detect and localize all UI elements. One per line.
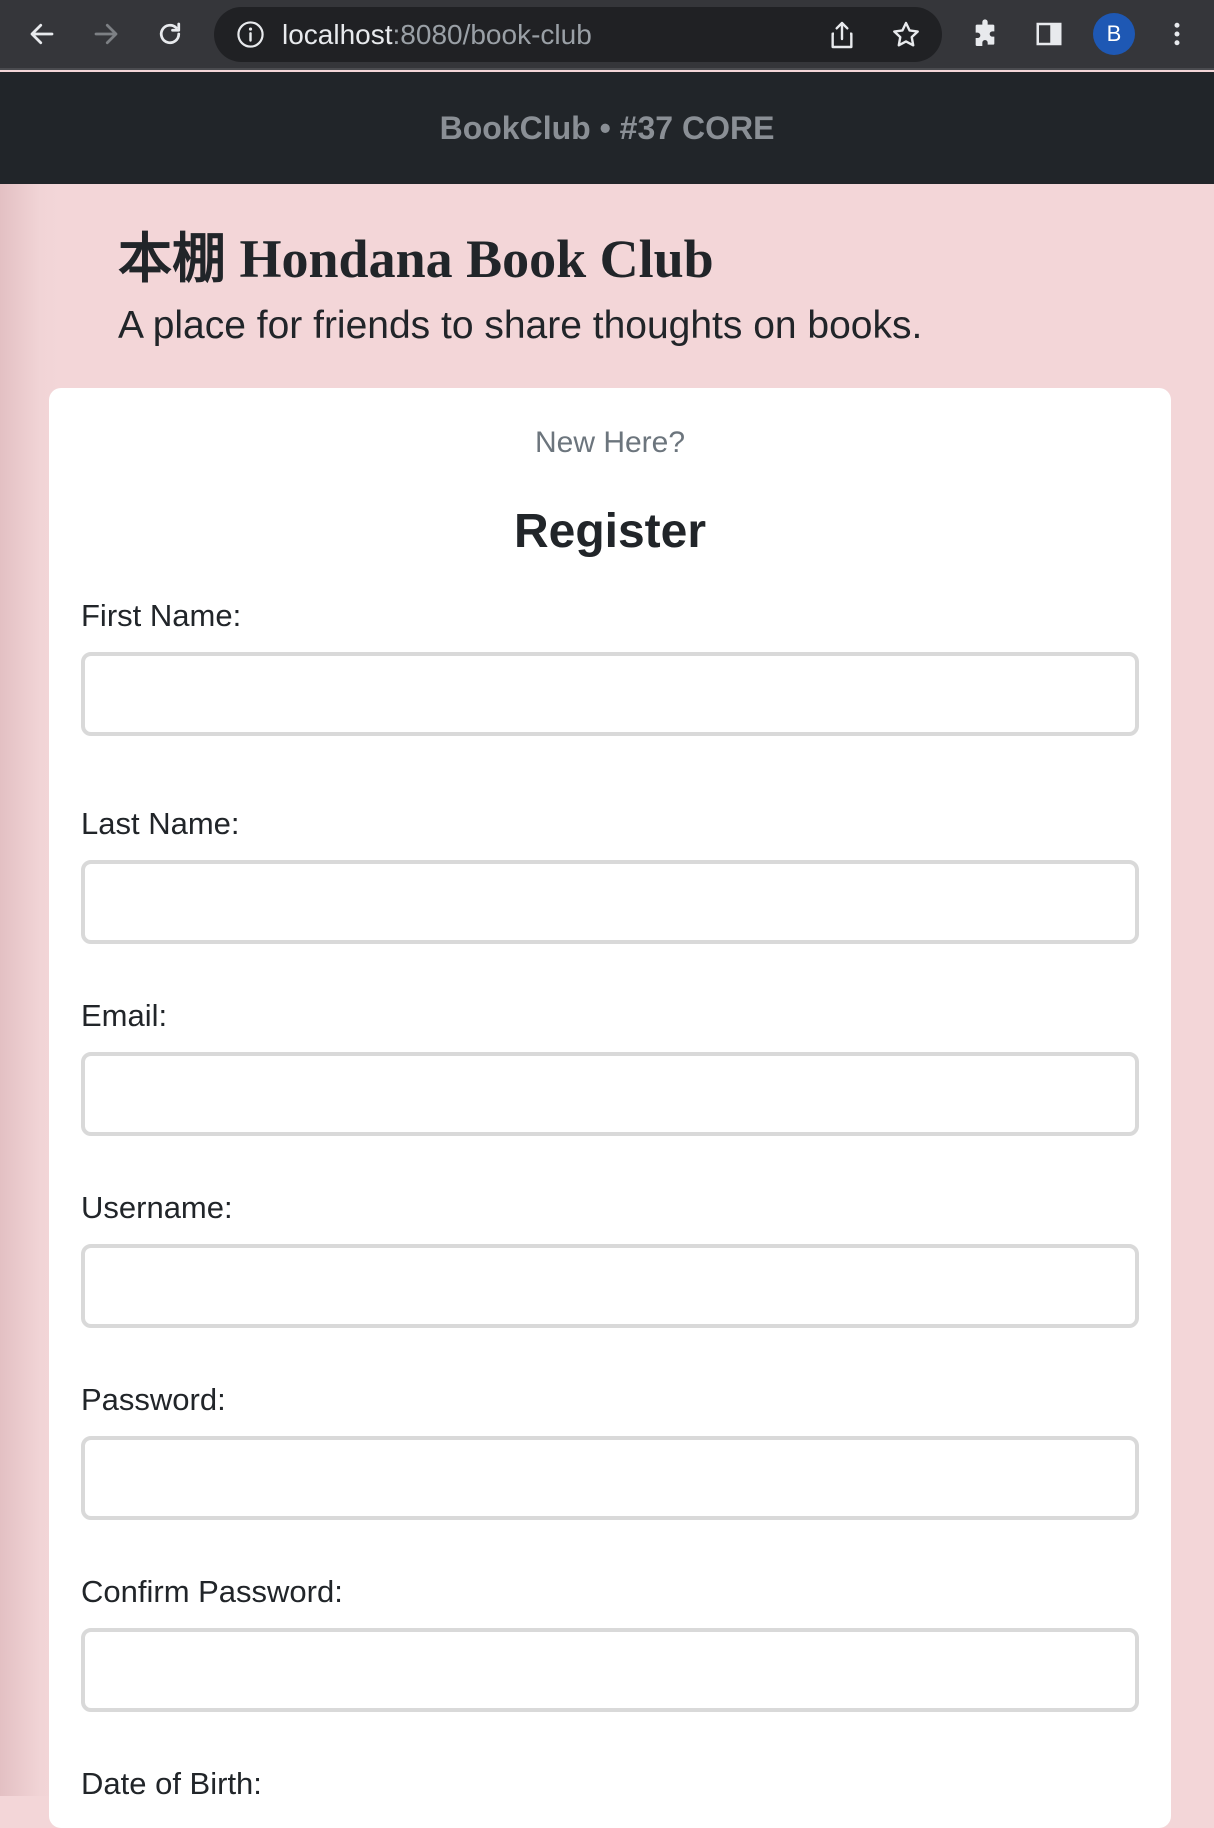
url-text[interactable]: localhost:8080/book-club: [282, 21, 592, 49]
bookmark-star-icon[interactable]: [890, 19, 922, 51]
profile-initial: B: [1106, 21, 1122, 46]
browser-menu-button[interactable]: [1158, 15, 1196, 53]
page-body: 本棚 Hondana Book Club A place for friends…: [0, 184, 1214, 1828]
kebab-menu-icon: [1174, 22, 1180, 46]
navbar-brand[interactable]: BookClub • #37 CORE: [440, 110, 775, 147]
back-arrow-icon: [30, 23, 54, 45]
site-navbar: BookClub • #37 CORE: [0, 72, 1214, 184]
last-name-label: Last Name:: [81, 806, 240, 841]
username-input[interactable]: [81, 1244, 1139, 1328]
username-label: Username:: [81, 1190, 233, 1225]
site-info-icon[interactable]: [236, 20, 265, 49]
register-card: New Here? Register First Name: Last Name…: [49, 388, 1171, 1828]
side-panel-icon: [1036, 22, 1062, 46]
register-eyebrow: New Here?: [534, 426, 686, 459]
register-heading: Register: [513, 505, 707, 558]
last-name-input[interactable]: [81, 860, 1139, 944]
confirm-password-input[interactable]: [81, 1628, 1139, 1712]
password-label: Password:: [81, 1382, 226, 1417]
address-bar[interactable]: localhost:8080/book-club: [214, 7, 942, 62]
page-title: 本棚 Hondana Book Club: [118, 229, 714, 289]
first-name-input[interactable]: [81, 652, 1139, 736]
share-icon[interactable]: [826, 19, 858, 51]
first-name-label: First Name:: [81, 598, 242, 633]
back-button[interactable]: [22, 14, 62, 54]
forward-arrow-icon: [94, 23, 118, 45]
reload-icon: [159, 22, 181, 45]
email-label: Email:: [81, 998, 168, 1033]
url-path: :8080/book-club: [392, 19, 592, 50]
page-subtitle: A place for friends to share thoughts on…: [118, 304, 923, 347]
confirm-password-label: Confirm Password:: [81, 1574, 343, 1609]
password-input[interactable]: [81, 1436, 1139, 1520]
extensions-button[interactable]: [966, 15, 1004, 53]
puzzle-icon: [975, 19, 995, 46]
reload-button[interactable]: [150, 14, 190, 54]
date-of-birth-label: Date of Birth:: [81, 1766, 262, 1801]
browser-toolbar: localhost:8080/book-club B: [0, 0, 1214, 70]
side-panel-button[interactable]: [1030, 15, 1068, 53]
url-host: localhost: [282, 19, 393, 50]
email-input[interactable]: [81, 1052, 1139, 1136]
profile-avatar[interactable]: B: [1093, 13, 1135, 55]
forward-button[interactable]: [86, 14, 126, 54]
